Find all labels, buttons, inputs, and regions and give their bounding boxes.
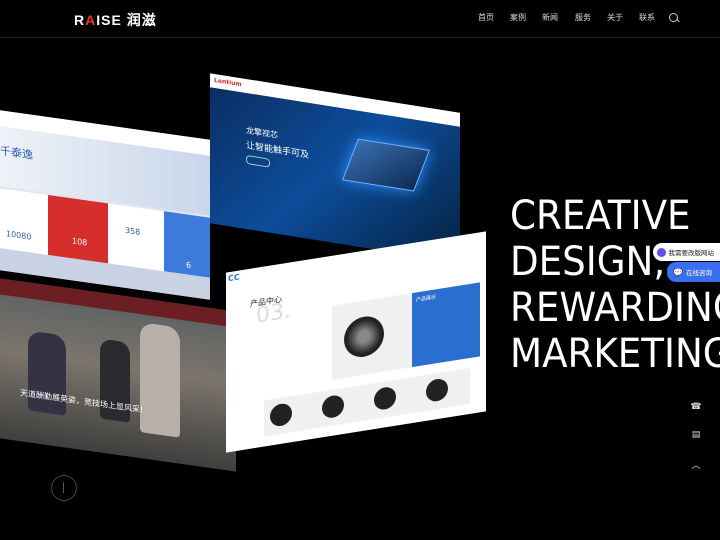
main-nav: 首页 案例 新闻 服务 关于 联系 bbox=[478, 12, 655, 23]
nav-item-home[interactable]: 首页 bbox=[478, 12, 494, 23]
mock-stats-site: 千泰逸 10080 108 358 6 bbox=[0, 110, 210, 300]
nav-item-services[interactable]: 服务 bbox=[575, 12, 591, 23]
redesign-request-button[interactable]: 我需要改版网站 bbox=[652, 243, 720, 261]
nav-item-about[interactable]: 关于 bbox=[607, 12, 623, 23]
chat-bubble-icon bbox=[656, 247, 666, 257]
chat-icon[interactable]: ▤ bbox=[690, 430, 702, 442]
hero-headline: CREATIVE DESIGN, REWARDING MARKETING bbox=[510, 193, 720, 377]
brand-logo[interactable]: RAISE 润滋 bbox=[74, 10, 157, 30]
phone-icon[interactable]: ☎ bbox=[690, 402, 702, 414]
nav-item-cases[interactable]: 案例 bbox=[510, 12, 526, 23]
stat-value-4: 6 bbox=[186, 260, 192, 271]
logo-latin: ISE bbox=[96, 12, 122, 28]
hero-line-1: CREATIVE bbox=[510, 193, 691, 239]
online-consult-label: 在线咨询 bbox=[686, 269, 712, 277]
search-icon[interactable] bbox=[669, 13, 678, 22]
redesign-request-label: 我需要改版网站 bbox=[668, 249, 715, 257]
chip-image bbox=[341, 138, 431, 192]
hero-line-4: MARKETING bbox=[510, 331, 720, 377]
logo-cn: 润滋 bbox=[126, 12, 157, 28]
message-icon: 💬 bbox=[673, 267, 683, 277]
hero-line-3: REWARDING bbox=[510, 285, 720, 331]
nav-item-news[interactable]: 新闻 bbox=[542, 12, 558, 23]
header: RAISE 润滋 首页 案例 新闻 服务 关于 联系 bbox=[0, 0, 720, 38]
nav-item-contact[interactable]: 联系 bbox=[639, 12, 655, 23]
mock-tech-site: Lontium 龙擎视芯 让智能触手可及 bbox=[210, 73, 460, 263]
mock-product-site: CC 产品中心 03. 产品展示 bbox=[226, 231, 486, 453]
showcase-collage: 千泰逸 10080 108 358 6 Lontium 龙擎视芯 让智能触手可及… bbox=[0, 73, 500, 480]
back-to-top-icon[interactable]: ︿ bbox=[690, 458, 702, 471]
scroll-down-icon[interactable] bbox=[51, 475, 77, 501]
logo-a: A bbox=[85, 12, 97, 28]
product-number: 03. bbox=[256, 298, 291, 329]
logo-r: R bbox=[74, 12, 86, 28]
product-logo: CC bbox=[228, 272, 240, 284]
mock-school-site: 天道酬勤展英姿，竞技场上显风采! bbox=[0, 278, 236, 472]
online-consult-button[interactable]: 💬 在线咨询 bbox=[667, 262, 720, 282]
